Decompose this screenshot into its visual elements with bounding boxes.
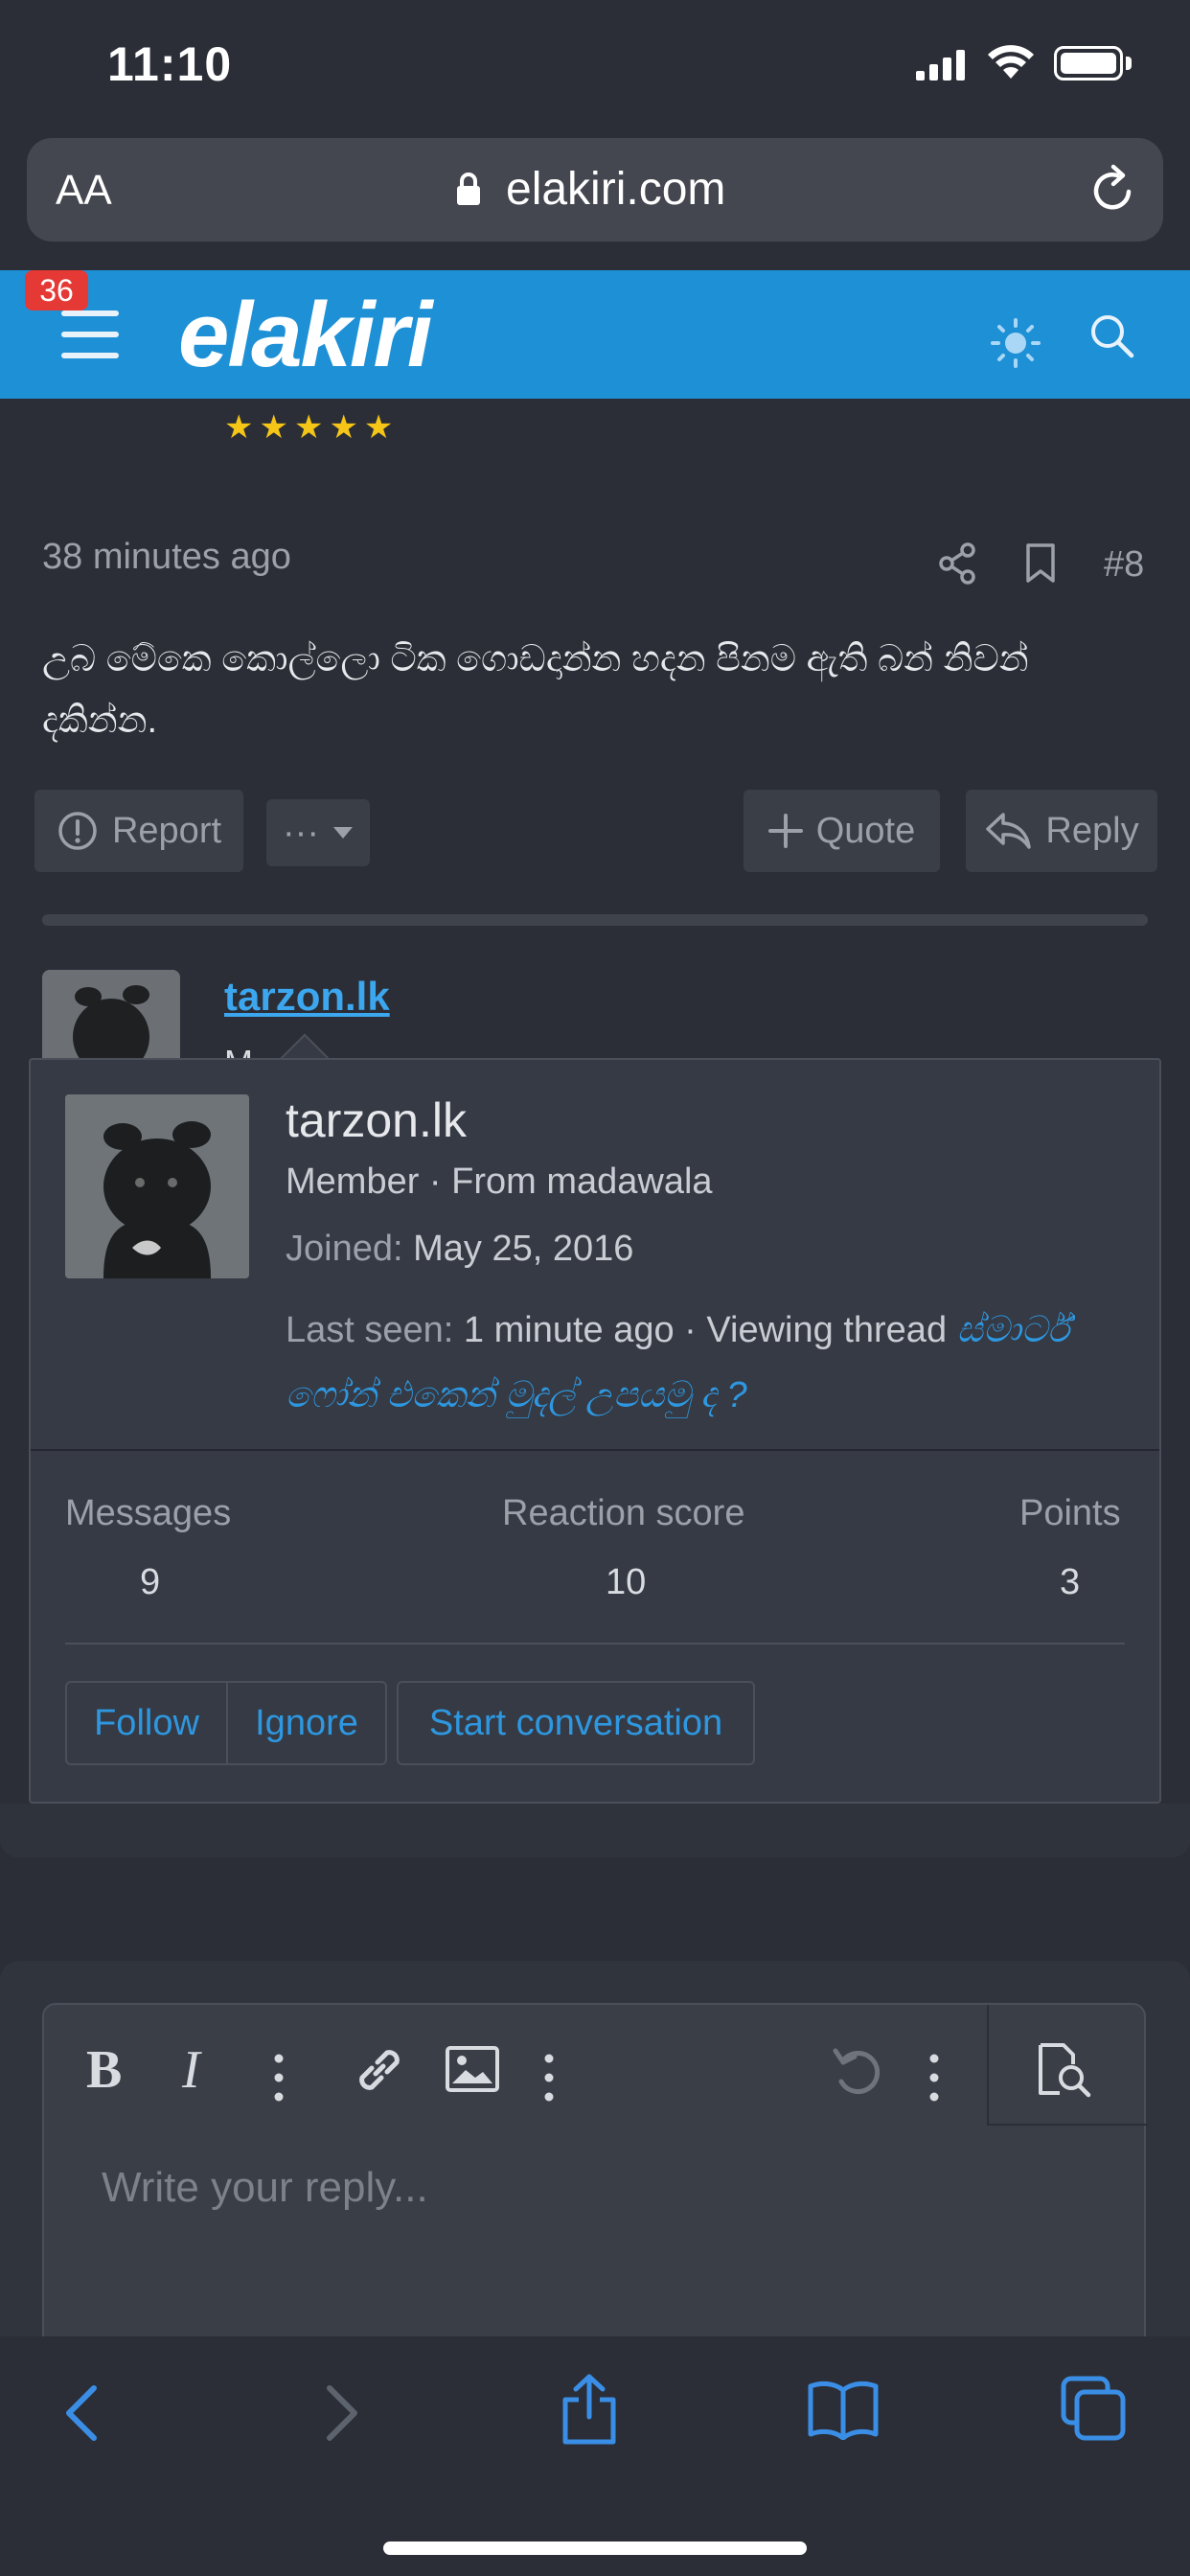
- post-time[interactable]: 38 minutes ago: [42, 537, 291, 578]
- site-header: 36 elakiri: [0, 270, 1190, 399]
- text-size-button[interactable]: AA: [56, 167, 112, 215]
- member-last-seen: Last seen: 1 minute ago · Viewing thread…: [286, 1298, 1129, 1428]
- search-icon[interactable]: [1088, 312, 1136, 360]
- home-indicator: [383, 2542, 807, 2555]
- member-name[interactable]: tarzon.lk: [286, 1092, 467, 1148]
- alert-icon: [58, 812, 97, 850]
- bold-icon[interactable]: B: [86, 2039, 122, 2101]
- battery-icon: [1054, 46, 1123, 80]
- menu-icon[interactable]: [61, 310, 119, 360]
- browser-toolbar: [0, 2336, 1190, 2576]
- share-icon[interactable]: [560, 2373, 619, 2446]
- wifi-icon: [988, 45, 1034, 79]
- stat-points-value: 3: [1060, 1562, 1081, 1602]
- card-divider: [65, 1643, 1125, 1644]
- stat-messages-value: 9: [140, 1562, 161, 1602]
- cellular-signal-icon: [916, 50, 965, 80]
- last-seen-value: 1 minute ago · Viewing thread: [463, 1310, 948, 1350]
- battery-nub: [1126, 57, 1132, 70]
- joined-label: Joined:: [286, 1229, 403, 1269]
- reload-icon[interactable]: [1088, 163, 1138, 217]
- rating-stars: ★★★★★: [224, 409, 400, 446]
- member-tooltip-card: tarzon.lk Member · From madawala Joined:…: [29, 1058, 1161, 1804]
- member-avatar[interactable]: [65, 1094, 249, 1278]
- post-body: උබ මේකෙ කොල්ලො ටික ගොඩදාන්න හදන පිනම ඇති…: [42, 639, 1029, 741]
- member-card-header: tarzon.lk Member · From madawala Joined:…: [31, 1060, 1159, 1451]
- link-icon[interactable]: [351, 2041, 408, 2099]
- dog-avatar-icon: [42, 970, 180, 1066]
- forward-icon[interactable]: [320, 2382, 362, 2444]
- caret-down-icon: [332, 827, 353, 839]
- status-bar: 11:10: [0, 0, 1190, 134]
- share-icon[interactable]: [939, 542, 977, 585]
- more-options-icon[interactable]: [927, 2053, 941, 2103]
- sun-icon[interactable]: [987, 314, 1044, 372]
- member-joined: Joined: May 25, 2016: [286, 1229, 633, 1270]
- dog-avatar-icon: [65, 1094, 249, 1278]
- toolbar-separator: [987, 2005, 989, 2126]
- report-button[interactable]: Report: [34, 790, 243, 872]
- status-time: 11:10: [107, 37, 233, 91]
- bookmarks-icon[interactable]: [807, 2379, 880, 2440]
- follow-button[interactable]: Follow: [65, 1681, 228, 1765]
- post-container-bottom: [0, 1804, 1190, 1857]
- more-options-icon[interactable]: [542, 2053, 556, 2103]
- stat-messages-label[interactable]: Messages: [65, 1493, 231, 1534]
- last-seen-label: Last seen:: [286, 1310, 454, 1350]
- notification-badge[interactable]: 36: [25, 270, 88, 310]
- stat-reaction-value: 10: [606, 1562, 647, 1602]
- stat-reaction-label[interactable]: Reaction score: [502, 1493, 744, 1534]
- quote-button[interactable]: Quote: [744, 790, 940, 872]
- lock-icon: [457, 172, 480, 205]
- start-conversation-button[interactable]: Start conversation: [397, 1681, 755, 1765]
- italic-icon[interactable]: I: [182, 2039, 200, 2101]
- quote-label: Quote: [815, 810, 916, 851]
- more-actions-button[interactable]: ···: [266, 799, 370, 866]
- preview-icon[interactable]: [1035, 2041, 1094, 2099]
- member-role: Member · From madawala: [286, 1162, 713, 1202]
- more-label: ···: [283, 812, 319, 853]
- post-username[interactable]: tarzon.lk: [224, 974, 390, 1020]
- back-icon[interactable]: [61, 2382, 103, 2444]
- tabs-icon[interactable]: [1060, 2375, 1127, 2442]
- reply-label: Reply: [1045, 810, 1139, 851]
- plus-icon: [767, 814, 803, 848]
- more-options-icon[interactable]: [272, 2053, 286, 2103]
- avatar[interactable]: [42, 970, 180, 1066]
- ignore-button[interactable]: Ignore: [226, 1681, 387, 1765]
- joined-value: May 25, 2016: [413, 1229, 634, 1269]
- post-number[interactable]: #8: [1104, 544, 1144, 586]
- undo-icon[interactable]: [828, 2043, 885, 2101]
- site-logo[interactable]: elakiri: [178, 289, 433, 381]
- report-label: Report: [111, 810, 222, 851]
- post-divider: [42, 914, 1148, 926]
- address-bar[interactable]: AA elakiri.com: [27, 138, 1163, 242]
- reply-icon: [986, 813, 1032, 849]
- toolbar-separator: [987, 2124, 1148, 2126]
- reply-placeholder[interactable]: Write your reply...: [102, 2164, 428, 2212]
- reply-button[interactable]: Reply: [966, 790, 1157, 872]
- image-icon[interactable]: [445, 2045, 500, 2093]
- bookmark-icon[interactable]: [1025, 542, 1056, 585]
- url-text[interactable]: elakiri.com: [506, 163, 725, 216]
- stat-points-label[interactable]: Points: [1019, 1493, 1121, 1534]
- reply-editor[interactable]: B I Write your reply...: [42, 2003, 1148, 2386]
